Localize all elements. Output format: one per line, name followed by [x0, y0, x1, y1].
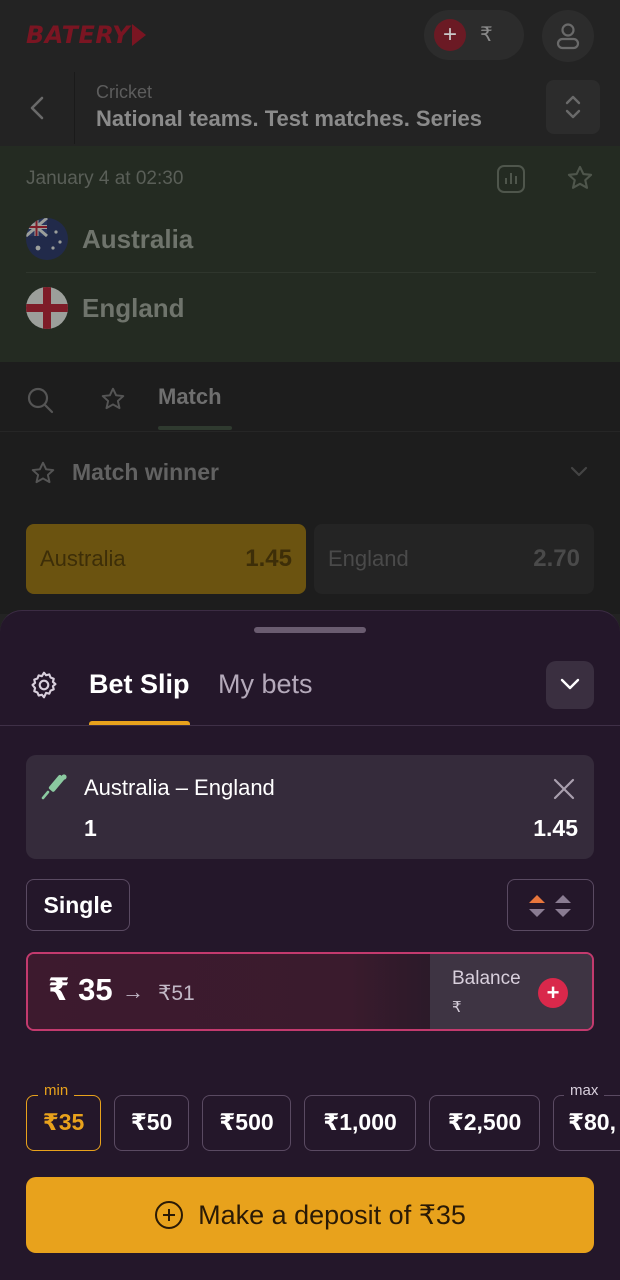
breadcrumb-title[interactable]: National teams. Test matches. Series — [96, 106, 482, 132]
chevron-up-down-icon — [565, 95, 581, 119]
outcome-odds: 1.45 — [245, 545, 292, 572]
user-account-button[interactable] — [542, 10, 594, 62]
back-button[interactable] — [20, 88, 54, 128]
potential-win: ₹51 — [158, 982, 195, 1005]
deposit-label: Make a deposit of ₹35 — [198, 1199, 466, 1230]
tabs-divider — [0, 725, 620, 726]
max-label: max — [564, 1081, 605, 1101]
selection-event: Australia – England — [84, 775, 275, 800]
match-date: January 4 at 02:30 — [26, 168, 184, 189]
logo-arrow-icon — [132, 24, 146, 46]
quick-stake-chip[interactable]: ₹500 — [202, 1095, 291, 1151]
sheet-drag-handle[interactable] — [254, 627, 366, 633]
outcome-name: Australia — [40, 546, 126, 571]
add-funds-plus-icon[interactable]: + — [538, 978, 568, 1008]
user-icon — [556, 23, 580, 50]
selection-outcome: 1 — [84, 815, 97, 841]
statistics-icon[interactable] — [496, 164, 526, 194]
cricket-bat-icon — [41, 774, 67, 800]
team-row-2[interactable]: England — [26, 286, 596, 330]
england-flag-icon — [26, 287, 68, 329]
stake-input-field[interactable]: ₹ 35 → ₹51 — [28, 954, 430, 1029]
balance-label: Balance — [452, 968, 521, 989]
selection-odds: 1.45 — [533, 815, 578, 841]
team-name-2: England — [82, 292, 185, 323]
quick-stake-chip[interactable]: ₹35 — [26, 1095, 101, 1151]
search-icon[interactable] — [26, 386, 54, 414]
wallet-currency: ₹ — [480, 24, 493, 46]
wallet-button[interactable]: + ₹ — [424, 10, 524, 60]
quick-stake-chip[interactable]: ₹1,000 — [304, 1095, 416, 1151]
top-bar: BATERY + ₹ — [0, 0, 620, 70]
outcome-name: England — [328, 546, 409, 571]
tab-match[interactable]: Match — [158, 384, 222, 410]
odds-up-down-icon — [529, 895, 571, 917]
app-root: BATERY + ₹ Cricket National teams. Test … — [0, 0, 620, 1280]
tab-match-underline — [158, 426, 232, 430]
breadcrumb-sport[interactable]: Cricket — [96, 82, 152, 103]
australia-flag-icon — [26, 218, 68, 260]
make-deposit-button[interactable]: Make a deposit of ₹35 — [26, 1177, 594, 1253]
quick-stake-chip[interactable]: ₹2,500 — [429, 1095, 540, 1151]
close-icon[interactable] — [552, 777, 576, 801]
favorites-tab-star-icon[interactable] — [100, 386, 126, 412]
bet-slip-sheet: Bet Slip My bets Australia – England 1 1… — [0, 610, 620, 1280]
logo-text: BATERY — [26, 21, 130, 49]
arrow-right-icon: → — [122, 979, 144, 1004]
quick-stake-chip[interactable]: ₹50 — [114, 1095, 189, 1151]
plus-circle-icon — [155, 1201, 184, 1229]
market-favorite-star-icon[interactable] — [30, 460, 56, 486]
stake-input[interactable]: ₹ 35 → ₹51 Balance ₹ + — [26, 952, 594, 1031]
market-title: Match winner — [72, 459, 219, 485]
team-row-1[interactable]: Australia — [26, 217, 596, 261]
quick-stake-chips: ₹35 min ₹50 ₹500 ₹1,000 ₹2,500 ₹80, max — [0, 1081, 620, 1161]
market-header[interactable]: Match winner — [0, 432, 620, 514]
chevron-left-icon — [30, 96, 44, 120]
quick-stake-chip-max[interactable]: ₹80, — [553, 1095, 620, 1151]
balance-panel: Balance ₹ + — [430, 954, 592, 1029]
outcome-button-australia[interactable]: Australia 1.45 — [26, 524, 306, 594]
bet-selection-card: Australia – England 1 1.45 — [26, 755, 594, 859]
stake-amount: ₹ 35 — [48, 972, 113, 1007]
chevron-down-icon[interactable] — [568, 464, 590, 480]
outcome-odds: 2.70 — [533, 545, 580, 572]
league-switch-button[interactable] — [546, 80, 600, 134]
chevron-down-icon — [560, 678, 580, 690]
team-name-1: Australia — [82, 223, 194, 254]
tab-bet-slip[interactable]: Bet Slip — [89, 669, 190, 700]
balance-value: ₹ — [452, 999, 462, 1016]
deposit-plus-icon[interactable]: + — [434, 19, 466, 51]
match-card: January 4 at 02:30 Australia England — [0, 146, 620, 362]
breadcrumb-divider — [74, 72, 75, 144]
team-divider — [26, 272, 596, 273]
outcome-button-england[interactable]: England 2.70 — [314, 524, 594, 594]
tab-my-bets[interactable]: My bets — [218, 669, 313, 700]
settings-gear-icon[interactable] — [28, 669, 60, 701]
favorite-star-icon[interactable] — [566, 164, 594, 192]
market-outcomes-row: Australia 1.45 England 2.70 — [0, 514, 620, 614]
odds-change-button[interactable] — [507, 879, 594, 931]
markets-tab-bar: Match — [0, 362, 620, 432]
min-label: min — [38, 1081, 75, 1101]
batery-logo[interactable]: BATERY — [26, 21, 146, 49]
bet-type-selector[interactable]: Single — [26, 879, 130, 931]
breadcrumb-bar: Cricket National teams. Test matches. Se… — [0, 70, 620, 146]
collapse-sheet-button[interactable] — [546, 661, 594, 709]
